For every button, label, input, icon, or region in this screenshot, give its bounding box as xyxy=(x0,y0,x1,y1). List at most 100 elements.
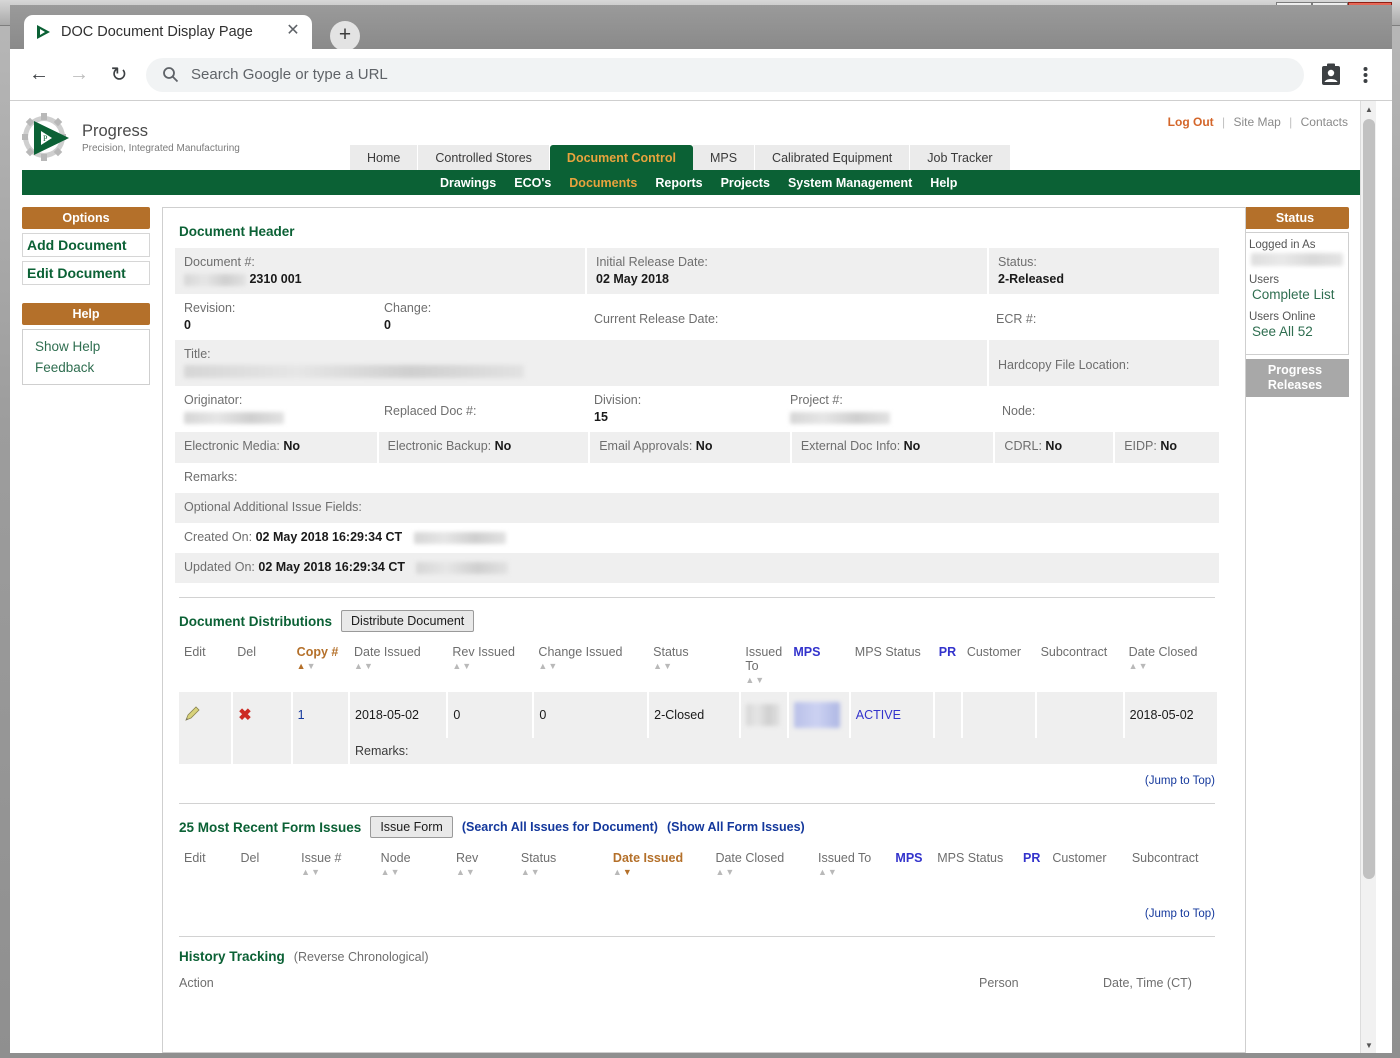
back-button[interactable]: ← xyxy=(22,58,56,92)
cell-delete[interactable]: ✖ xyxy=(232,692,291,738)
cell-edit[interactable] xyxy=(179,692,232,738)
col-copy-number[interactable]: Copy # ▲▼ xyxy=(292,636,349,692)
search-all-issues-link[interactable]: (Search All Issues for Document) xyxy=(462,820,658,834)
address-bar-placeholder: Search Google or type a URL xyxy=(191,66,388,83)
sort-arrows-fi-issued-to[interactable]: ▲▼ xyxy=(818,867,885,877)
sort-arrows-date-issued[interactable]: ▲▼ xyxy=(354,661,442,671)
nav-tab-home[interactable]: Home xyxy=(350,145,418,170)
show-help-link[interactable]: Show Help xyxy=(31,336,141,357)
subnav-reports[interactable]: Reports xyxy=(655,176,702,190)
complete-list-link[interactable]: Complete List xyxy=(1252,287,1341,302)
progress-releases-button[interactable]: Progress Releases xyxy=(1241,359,1349,397)
browser-menu-button[interactable] xyxy=(1350,60,1380,90)
scroll-down-icon[interactable]: ▼ xyxy=(1361,1037,1377,1053)
document-header-title: Document Header xyxy=(179,224,1233,239)
delete-icon[interactable]: ✖ xyxy=(238,707,251,724)
col-status[interactable]: Status ▲▼ xyxy=(648,636,740,692)
fi-col-mps[interactable]: MPS xyxy=(890,842,932,884)
copy-number-link[interactable]: 1 xyxy=(298,708,305,722)
cell-date-issued: 2018-05-02 xyxy=(349,692,447,738)
subnav-drawings[interactable]: Drawings xyxy=(440,176,496,190)
jump-to-top-link-1[interactable]: (Jump to Top) xyxy=(1145,775,1215,787)
cell-customer xyxy=(962,692,1036,738)
subnav-system-management[interactable]: System Management xyxy=(788,176,912,190)
contacts-link[interactable]: Contacts xyxy=(1301,115,1348,129)
eidp-value: No xyxy=(1160,439,1177,453)
nav-tab-mps[interactable]: MPS xyxy=(693,145,755,170)
secondary-nav: Drawings ECO's Documents Reports Project… xyxy=(22,170,1363,195)
subnav-documents[interactable]: Documents xyxy=(569,176,637,190)
tab-title: DOC Document Display Page xyxy=(61,24,284,40)
col-date-issued[interactable]: Date Issued ▲▼ xyxy=(349,636,447,692)
profile-badge-icon[interactable] xyxy=(1316,60,1346,90)
sort-arrows-fi-status[interactable]: ▲▼ xyxy=(521,867,603,877)
fi-col-rev[interactable]: Rev ▲▼ xyxy=(451,842,516,884)
sort-arrows-date-closed[interactable]: ▲▼ xyxy=(1129,661,1213,671)
edit-document-link[interactable]: Edit Document xyxy=(22,261,150,285)
sort-arrows-copy[interactable]: ▲▼ xyxy=(297,661,344,671)
fi-col-date-issued[interactable]: Date Issued ▲▼ xyxy=(608,842,711,884)
col-change-issued[interactable]: Change Issued ▲▼ xyxy=(533,636,648,692)
sort-arrows-issue-number[interactable]: ▲▼ xyxy=(301,867,371,877)
fi-col-status[interactable]: Status ▲▼ xyxy=(516,842,608,884)
page-scrollbar[interactable]: ▲ ▼ xyxy=(1360,101,1376,1053)
sort-arrows-fi-date-closed[interactable]: ▲▼ xyxy=(715,867,808,877)
nav-tab-calibrated-equipment[interactable]: Calibrated Equipment xyxy=(755,145,910,170)
fi-col-issued-to[interactable]: Issued To ▲▼ xyxy=(813,842,890,884)
sort-arrows-fi-date-issued[interactable]: ▲▼ xyxy=(613,867,706,877)
cell-copy-number[interactable]: 1 xyxy=(292,692,349,738)
nav-tab-controlled-stores[interactable]: Controlled Stores xyxy=(418,145,550,170)
scrollbar-thumb[interactable] xyxy=(1363,119,1375,879)
see-all-users-link[interactable]: See All 52 xyxy=(1252,324,1341,339)
sort-arrows-change-issued[interactable]: ▲▼ xyxy=(538,661,643,671)
show-all-form-issues-link[interactable]: (Show All Form Issues) xyxy=(667,820,805,834)
fi-col-date-closed[interactable]: Date Closed ▲▼ xyxy=(710,842,813,884)
address-bar[interactable]: Search Google or type a URL xyxy=(146,58,1304,92)
distribute-document-button[interactable]: Distribute Document xyxy=(341,610,474,632)
cell-rev-issued: 0 xyxy=(447,692,533,738)
col-pr[interactable]: PR xyxy=(934,636,962,692)
logged-in-as-label: Logged in As xyxy=(1249,239,1341,251)
feedback-link[interactable]: Feedback xyxy=(31,357,141,378)
col-edit: Edit xyxy=(179,636,232,692)
pencil-icon[interactable] xyxy=(184,706,199,721)
col-date-closed[interactable]: Date Closed ▲▼ xyxy=(1124,636,1218,692)
jump-to-top-link-2[interactable]: (Jump to Top) xyxy=(1145,908,1215,920)
nav-tab-job-tracker[interactable]: Job Tracker xyxy=(910,145,1010,170)
col-rev-issued[interactable]: Rev Issued ▲▼ xyxy=(447,636,533,692)
col-issued-to[interactable]: Issued To ▲▼ xyxy=(740,636,788,692)
field-project: Project #: xyxy=(781,386,993,432)
subnav-ecos[interactable]: ECO's xyxy=(514,176,551,190)
sort-arrows-node[interactable]: ▲▼ xyxy=(381,867,446,877)
mps-status-link[interactable]: ACTIVE xyxy=(856,708,901,722)
issue-form-button[interactable]: Issue Form xyxy=(370,816,453,838)
nav-tab-document-control[interactable]: Document Control xyxy=(550,145,693,170)
section-divider-3 xyxy=(179,936,1215,937)
fi-col-issue-number[interactable]: Issue # ▲▼ xyxy=(296,842,376,884)
reload-button[interactable]: ↻ xyxy=(102,58,136,92)
subnav-projects[interactable]: Projects xyxy=(721,176,770,190)
fi-col-node[interactable]: Node ▲▼ xyxy=(376,842,451,884)
document-number-label: Document #: xyxy=(184,255,255,269)
sort-arrows-rev-issued[interactable]: ▲▼ xyxy=(452,661,528,671)
field-updated-on: Updated On: 02 May 2018 16:29:34 CT xyxy=(175,553,1219,583)
users-online-label: Users Online xyxy=(1249,311,1341,323)
browser-tab[interactable]: DOC Document Display Page ✕ xyxy=(24,15,312,49)
add-document-link[interactable]: Add Document xyxy=(22,233,150,257)
log-out-link[interactable]: Log Out xyxy=(1168,115,1214,129)
scroll-up-icon[interactable]: ▲ xyxy=(1361,101,1377,117)
sort-arrows-issued-to[interactable]: ▲▼ xyxy=(745,675,783,685)
electronic-media-label: Electronic Media: xyxy=(184,439,280,453)
sort-arrows-rev[interactable]: ▲▼ xyxy=(456,867,511,877)
site-map-link[interactable]: Site Map xyxy=(1233,115,1280,129)
issued-to-redaction xyxy=(746,704,780,726)
col-mps[interactable]: MPS xyxy=(788,636,849,692)
sort-arrows-status[interactable]: ▲▼ xyxy=(653,661,735,671)
fi-col-pr[interactable]: PR xyxy=(1018,842,1047,884)
forward-button[interactable]: → xyxy=(62,58,96,92)
site-logo[interactable]: P Progress Precision, Integrated Manufac… xyxy=(22,113,272,163)
new-tab-button[interactable]: + xyxy=(330,21,360,51)
tab-close-icon[interactable]: ✕ xyxy=(284,23,302,41)
cell-mps-status: ACTIVE xyxy=(850,692,934,738)
subnav-help[interactable]: Help xyxy=(930,176,957,190)
